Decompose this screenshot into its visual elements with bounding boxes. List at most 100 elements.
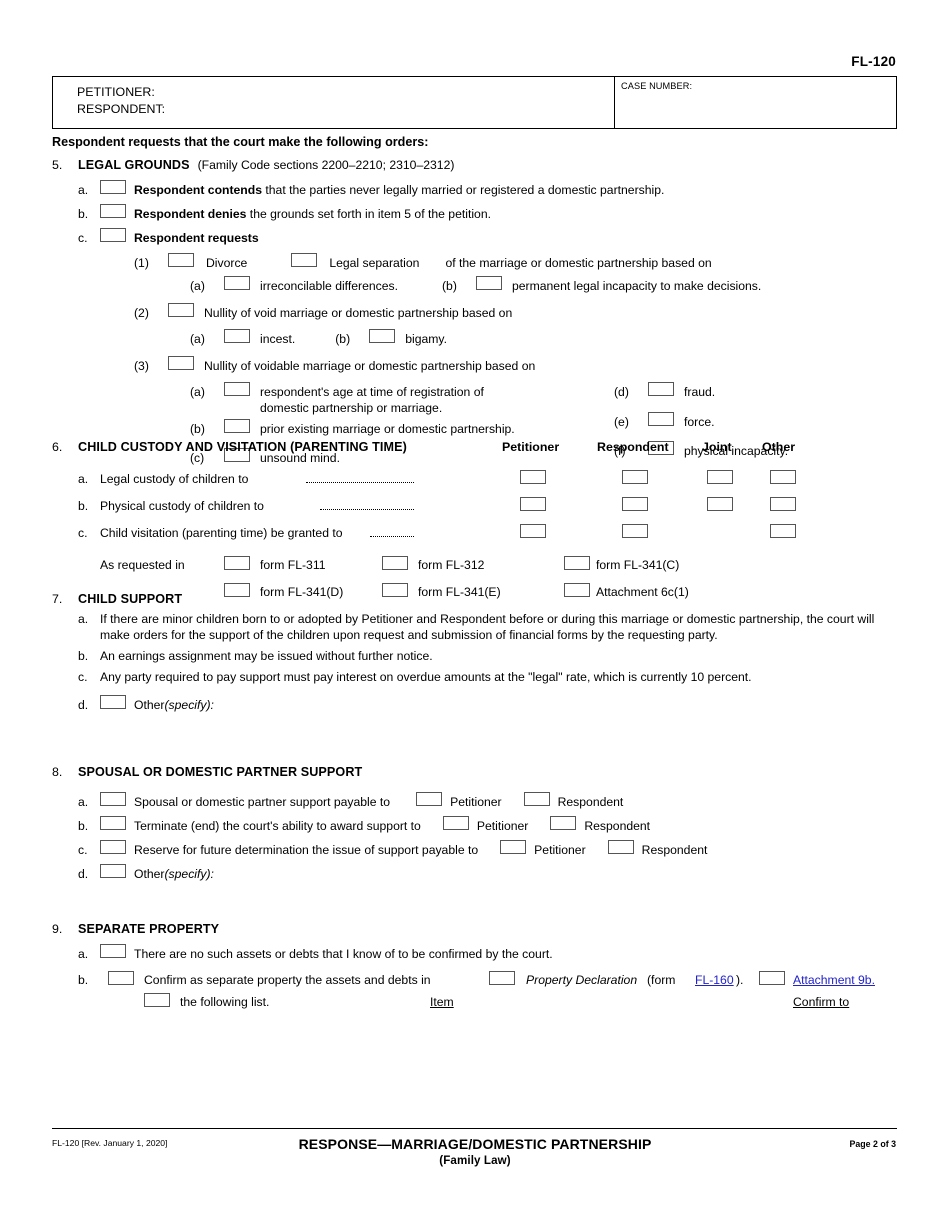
as-requested-row-1: As requested in form FL-311 form FL-312 … bbox=[52, 556, 912, 581]
checkbox-6a-petitioner[interactable] bbox=[520, 470, 546, 484]
item-5c3-marker: (3) bbox=[134, 359, 149, 373]
checkbox-5c2a-incest[interactable] bbox=[224, 329, 250, 343]
checkbox-5c3[interactable] bbox=[168, 356, 194, 370]
item-6a-label: Legal custody of children to bbox=[100, 472, 249, 486]
item-5c2-label: Nullity of void marriage or domestic par… bbox=[204, 306, 513, 320]
checkbox-5c1-legal-separation[interactable] bbox=[291, 253, 318, 267]
item-8d-marker: d. bbox=[78, 867, 89, 881]
checkbox-5c3b[interactable] bbox=[224, 419, 250, 433]
checkbox-6a-other[interactable] bbox=[770, 470, 796, 484]
checkbox-8c-petitioner[interactable] bbox=[500, 840, 527, 854]
section-5-subtitle: (Family Code sections 2200–2210; 2310–23… bbox=[197, 158, 455, 172]
item-5c1b-label: permanent legal incapacity to make decis… bbox=[511, 279, 762, 293]
checkbox-8d-other[interactable] bbox=[100, 864, 126, 878]
item-6a-leader bbox=[306, 482, 414, 483]
petitioner-label: PETITIONER: bbox=[77, 85, 155, 99]
item-8c-text: Reserve for future determination the iss… bbox=[134, 843, 479, 857]
checkbox-5b[interactable] bbox=[100, 204, 126, 218]
item-7d-specify: (specify): bbox=[164, 698, 214, 712]
checkbox-form-fl-312[interactable] bbox=[382, 556, 408, 570]
checkbox-6a-joint[interactable] bbox=[707, 470, 733, 484]
item-8b-respondent-label: Respondent bbox=[584, 819, 651, 833]
checkbox-6b-respondent[interactable] bbox=[622, 497, 648, 511]
checkbox-5c2[interactable] bbox=[168, 303, 194, 317]
item-8d-text: Other bbox=[134, 867, 165, 881]
checkbox-8a[interactable] bbox=[100, 792, 126, 806]
checkbox-9b-following-list[interactable] bbox=[144, 993, 170, 1007]
item-7d: d. Other (specify): bbox=[78, 695, 912, 713]
checkbox-9b[interactable] bbox=[108, 971, 134, 985]
section-6-heading: 6. CHILD CUSTODY AND VISITATION (PARENTI… bbox=[52, 440, 912, 462]
section-7-title: CHILD SUPPORT bbox=[78, 592, 183, 606]
item-5c2b-marker: (b) bbox=[335, 332, 351, 346]
link-attachment-9b[interactable]: Attachment 9b. bbox=[793, 973, 875, 987]
checkbox-8a-petitioner[interactable] bbox=[416, 792, 443, 806]
item-8c-marker: c. bbox=[78, 843, 88, 857]
item-9b-marker: b. bbox=[78, 973, 89, 987]
checkbox-6c-respondent[interactable] bbox=[622, 524, 648, 538]
checkbox-6b-petitioner[interactable] bbox=[520, 497, 546, 511]
checkbox-6c-petitioner[interactable] bbox=[520, 524, 546, 538]
item-5c1-marker: (1) bbox=[134, 256, 149, 270]
checkbox-5c1-divorce[interactable] bbox=[168, 253, 194, 267]
checkbox-6b-joint[interactable] bbox=[707, 497, 733, 511]
item-5c2b-label: bigamy. bbox=[405, 332, 448, 346]
checkbox-6b-other[interactable] bbox=[770, 497, 796, 511]
item-7a-marker: a. bbox=[78, 612, 89, 626]
checkbox-6a-respondent[interactable] bbox=[622, 470, 648, 484]
item-5a: a. Respondent contends that the parties … bbox=[78, 180, 912, 198]
checkbox-5c1a[interactable] bbox=[224, 276, 250, 290]
item-7a-text: If there are minor children born to or a… bbox=[100, 612, 875, 642]
item-8a-respondent-label: Respondent bbox=[557, 795, 624, 809]
section-5: 5. LEGAL GROUNDS (Family Code sections 2… bbox=[52, 158, 912, 465]
case-number-block[interactable]: CASE NUMBER: bbox=[615, 77, 896, 128]
checkbox-5c2b-bigamy[interactable] bbox=[369, 329, 396, 343]
checkbox-5c3d[interactable] bbox=[648, 382, 674, 396]
checkbox-8b-petitioner[interactable] bbox=[442, 816, 469, 830]
item-5b-bold: Respondent denies bbox=[134, 207, 247, 221]
item-5c3a-label: respondent's age at time of registration… bbox=[260, 384, 484, 416]
checkbox-5c1b[interactable] bbox=[475, 276, 502, 290]
checkbox-7d-other[interactable] bbox=[100, 695, 126, 709]
checkbox-8a-respondent[interactable] bbox=[523, 792, 550, 806]
item-9a-text: There are no such assets or debts that I… bbox=[134, 947, 553, 961]
item-5b-rest: the grounds set forth in item 5 of the p… bbox=[246, 207, 491, 221]
item-5c3e-marker: (e) bbox=[614, 415, 629, 429]
item-5c1a-row: (a) irreconcilable differences. (b) perm… bbox=[190, 276, 912, 294]
item-5c2a-row: (a) incest. (b) bigamy. bbox=[190, 329, 912, 347]
checkbox-9b-attachment[interactable] bbox=[759, 971, 785, 985]
section-5-number: 5. bbox=[52, 158, 63, 172]
checkbox-8c[interactable] bbox=[100, 840, 126, 854]
item-8b-marker: b. bbox=[78, 819, 89, 833]
checkbox-5c3e[interactable] bbox=[648, 412, 674, 426]
item-7b-marker: b. bbox=[78, 649, 89, 663]
section-6: 6. CHILD CUSTODY AND VISITATION (PARENTI… bbox=[52, 440, 912, 608]
checkbox-9b-property-declaration[interactable] bbox=[489, 971, 515, 985]
checkbox-6c-other[interactable] bbox=[770, 524, 796, 538]
checkbox-8b[interactable] bbox=[100, 816, 126, 830]
checkbox-9a[interactable] bbox=[100, 944, 126, 958]
section-7-heading: 7. CHILD SUPPORT bbox=[52, 592, 912, 606]
section-9-title: SEPARATE PROPERTY bbox=[78, 922, 220, 936]
checkbox-form-fl-341c[interactable] bbox=[564, 556, 590, 570]
checkbox-form-fl-311[interactable] bbox=[224, 556, 250, 570]
item-6c-label: Child visitation (parenting time) be gra… bbox=[100, 526, 343, 540]
checkbox-5a[interactable] bbox=[100, 180, 126, 194]
column-header-other: Other bbox=[762, 440, 796, 454]
section-6-title: CHILD CUSTODY AND VISITATION (PARENTING … bbox=[78, 440, 407, 454]
section-8-heading: 8. SPOUSAL OR DOMESTIC PARTNER SUPPORT bbox=[52, 765, 912, 779]
checkbox-5c[interactable] bbox=[100, 228, 126, 242]
checkbox-8c-respondent[interactable] bbox=[607, 840, 634, 854]
item-8d-specify: (specify): bbox=[164, 867, 214, 881]
checkbox-8b-respondent[interactable] bbox=[550, 816, 577, 830]
item-5b: b. Respondent denies the grounds set for… bbox=[78, 204, 912, 222]
checkbox-5c3a[interactable] bbox=[224, 382, 250, 396]
item-5c3e-row: (e) force. bbox=[614, 412, 714, 430]
section-6-number: 6. bbox=[52, 440, 63, 454]
section-8: 8. SPOUSAL OR DOMESTIC PARTNER SUPPORT a… bbox=[52, 765, 912, 882]
item-5c3a-row: (a) respondent's age at time of registra… bbox=[190, 382, 484, 416]
item-9a-marker: a. bbox=[78, 947, 89, 961]
label-following-list: the following list. bbox=[180, 995, 270, 1009]
link-fl-160[interactable]: FL-160 bbox=[695, 973, 734, 987]
item-8a-petitioner-label: Petitioner bbox=[450, 795, 502, 809]
